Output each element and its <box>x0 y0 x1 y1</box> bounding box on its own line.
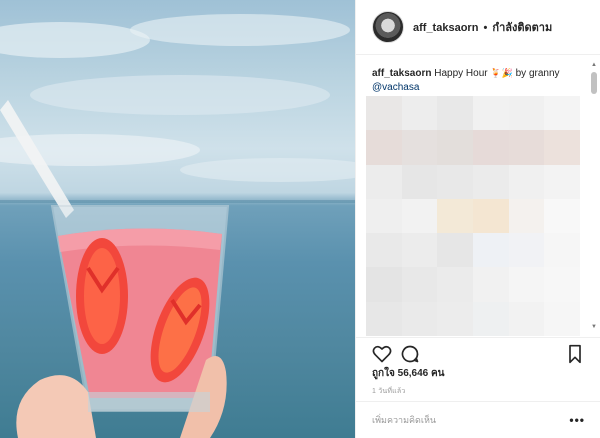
blurred-cell <box>544 164 580 199</box>
comment-icon[interactable] <box>400 344 420 364</box>
blurred-cell <box>366 164 402 199</box>
comments-area[interactable]: aff_taksaorn Happy Hour 🍹🎉 by granny @va… <box>356 56 600 336</box>
post-header: aff_taksaorn • กำลังติดตาม <box>356 0 600 55</box>
more-options-icon[interactable]: ••• <box>569 413 585 427</box>
comment-box: เพิ่มความคิดเห็น ••• <box>356 401 600 438</box>
blurred-cell <box>473 301 509 336</box>
follow-status-button[interactable]: กำลังติดตาม <box>492 22 552 34</box>
blurred-cell <box>437 164 473 199</box>
blurred-cell <box>473 267 509 302</box>
blurred-comments <box>366 96 580 336</box>
blurred-cell <box>473 198 509 234</box>
scroll-down-icon[interactable]: ▼ <box>590 324 598 332</box>
smoothie-photo <box>0 14 355 438</box>
caption-mention[interactable]: @vachasa <box>372 82 419 93</box>
blurred-cell <box>508 198 545 234</box>
blurred-cell <box>366 301 402 336</box>
post-timestamp: 1 วันที่แล้ว <box>372 388 406 395</box>
username-link[interactable]: aff_taksaorn <box>413 22 478 34</box>
blurred-cell <box>544 233 580 268</box>
blurred-cell <box>508 130 545 165</box>
blurred-cell <box>544 130 580 165</box>
comment-input[interactable]: เพิ่มความคิดเห็น <box>372 413 569 427</box>
caption-username[interactable]: aff_taksaorn <box>372 68 431 79</box>
blurred-cell <box>473 164 509 199</box>
scrollbar[interactable]: ▲ ▼ <box>590 62 598 332</box>
bookmark-icon[interactable] <box>567 344 583 364</box>
action-bar <box>356 337 600 367</box>
blurred-cell <box>366 130 402 165</box>
blurred-cell <box>508 233 545 268</box>
blurred-cell <box>437 198 473 234</box>
blurred-cell <box>544 198 580 234</box>
post-photo[interactable] <box>0 0 355 438</box>
blurred-cell <box>401 130 438 165</box>
blurred-cell <box>366 267 402 302</box>
tropical-drink-icon: 🍹 <box>490 68 502 78</box>
blurred-cell <box>401 164 438 199</box>
blurred-cell <box>437 301 473 336</box>
blurred-cell <box>437 267 473 302</box>
blurred-cell <box>437 233 473 268</box>
scroll-up-icon[interactable]: ▲ <box>590 62 598 70</box>
party-icon: 🎉 <box>501 68 513 78</box>
blurred-cell <box>437 96 473 131</box>
blurred-cell <box>473 96 509 131</box>
scroll-thumb[interactable] <box>591 72 597 94</box>
blurred-cell <box>366 198 402 234</box>
blurred-cell <box>544 96 580 131</box>
avatar[interactable] <box>372 11 404 43</box>
blurred-cell <box>401 96 438 131</box>
blurred-cell <box>366 96 402 131</box>
blurred-cell <box>366 233 402 268</box>
post-caption: aff_taksaorn Happy Hour 🍹🎉 by granny @va… <box>372 66 590 95</box>
blurred-cell <box>508 301 545 336</box>
caption-by: by granny <box>515 68 560 79</box>
heart-icon[interactable] <box>372 344 392 364</box>
blurred-cell <box>401 301 438 336</box>
caption-text: Happy Hour <box>434 68 488 79</box>
blurred-cell <box>401 267 438 302</box>
header-text: aff_taksaorn • กำลังติดตาม <box>413 18 552 36</box>
likes-count[interactable]: ถูกใจ 56,646 คน <box>372 366 445 381</box>
blurred-cell <box>437 130 473 165</box>
post-details-panel: aff_taksaorn • กำลังติดตาม aff_taksaorn … <box>355 0 600 438</box>
blurred-cell <box>473 130 509 165</box>
blurred-cell <box>473 233 509 268</box>
blurred-cell <box>544 301 580 336</box>
separator-dot: • <box>483 22 488 34</box>
blurred-cell <box>401 198 438 234</box>
blurred-cell <box>508 267 545 302</box>
blurred-cell <box>508 164 545 199</box>
blurred-cell <box>544 267 580 302</box>
blurred-cell <box>508 96 545 131</box>
blurred-cell <box>401 233 438 268</box>
